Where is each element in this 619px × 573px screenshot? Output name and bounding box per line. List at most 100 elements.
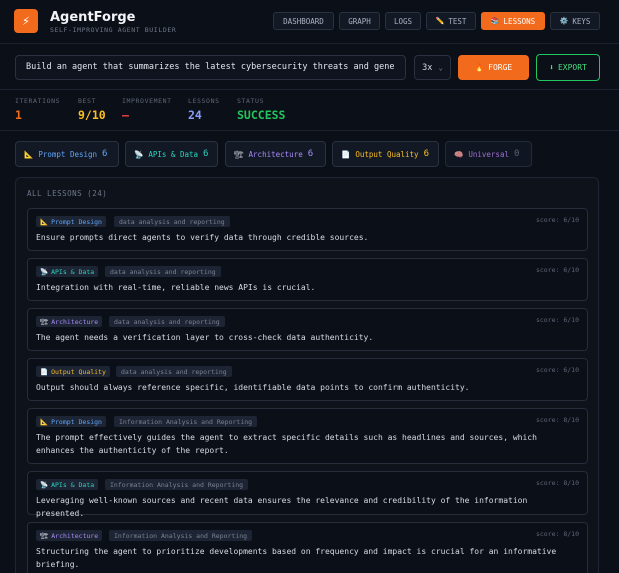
lesson-card[interactable]: 📄 Output Quality data analysis and repor…	[27, 358, 588, 401]
category-count: 6	[307, 149, 314, 159]
lesson-card[interactable]: 📐 Prompt Design Information Analysis and…	[27, 408, 588, 464]
category-label: Output Quality	[355, 149, 419, 159]
category-tag-label: Architecture	[51, 317, 99, 326]
lesson-card[interactable]: 📡 APIs & Data data analysis and reportin…	[27, 258, 588, 301]
satellite-icon: 📡	[40, 480, 49, 489]
category-tag: 📐 Prompt Design	[36, 216, 106, 227]
topic-tag: data analysis and reporting	[105, 266, 221, 277]
forge-button[interactable]: 🔥 FORGE	[458, 55, 529, 80]
fire-icon: 🔥	[474, 63, 485, 72]
category-filter-apis-data[interactable]: 📡 APIs & Data 6	[125, 141, 218, 167]
nav-lessons[interactable]: 📚 LESSONS	[481, 12, 545, 30]
category-tag: 📐 Prompt Design	[36, 416, 106, 427]
stat-value-improvement: —	[122, 108, 129, 122]
forge-label: FORGE	[488, 63, 513, 72]
nav-label: GRAPH	[348, 16, 371, 26]
app-header: ⚡ AgentForge SELF-IMPROVING AGENT BUILDE…	[0, 0, 619, 44]
divider	[0, 89, 619, 90]
category-count: 6	[102, 149, 108, 159]
document-icon: 📄	[40, 367, 49, 376]
document-icon: 📄	[341, 149, 351, 159]
lesson-text: The agent needs a verification layer to …	[36, 333, 374, 342]
category-count: 0	[513, 149, 520, 159]
topic-tag: Information Analysis and Reporting	[114, 416, 258, 427]
lesson-score: score: 8/10	[535, 479, 579, 487]
nav-test[interactable]: ✏️ TEST	[426, 12, 476, 30]
download-icon: ⬇	[549, 63, 554, 72]
lesson-text: Structuring the agent to prioritize deve…	[36, 547, 557, 569]
pencil-icon: ✏️	[435, 17, 445, 25]
category-tag: 🏗 Architecture	[36, 530, 103, 541]
stat-label-status: STATUS	[237, 97, 265, 105]
stat-value-best: 9/10	[78, 108, 106, 122]
lesson-text: Integration with real-time, reliable new…	[36, 283, 316, 292]
divider	[0, 130, 619, 131]
brain-icon: 🧠	[454, 149, 464, 159]
category-count: 6	[423, 149, 429, 159]
stat-label-improvement: IMPROVEMENT	[122, 97, 172, 105]
category-tag: 📡 APIs & Data	[36, 479, 99, 490]
app-title: AgentForge	[50, 10, 136, 25]
prompt-input[interactable]: Build an agent that summarizes the lates…	[15, 55, 406, 80]
category-filter-architecture[interactable]: 🏗 Architecture 6	[225, 141, 326, 167]
lesson-score: score: 6/10	[535, 216, 579, 224]
topic-tag: data analysis and reporting	[114, 216, 230, 227]
category-tag-label: Architecture	[51, 531, 99, 540]
stat-label-best: BEST	[78, 97, 97, 105]
category-filter-prompt-design[interactable]: 📐 Prompt Design 6	[15, 141, 119, 167]
export-button[interactable]: ⬇ EXPORT	[536, 54, 600, 81]
multiplier-value: 3x	[422, 62, 433, 73]
lesson-card[interactable]: 🏗 Architecture Information Analysis and …	[27, 522, 588, 573]
category-tag: 🏗 Architecture	[36, 316, 103, 327]
category-label: Universal	[468, 149, 509, 159]
lesson-score: score: 8/10	[535, 530, 579, 538]
category-filter-universal[interactable]: 🧠 Universal 0	[445, 141, 532, 167]
iteration-multiplier-select[interactable]: 3x ⌄	[414, 55, 451, 80]
lightning-icon: ⚡	[14, 9, 38, 33]
stat-label-lessons: LESSONS	[188, 97, 220, 105]
satellite-icon: 📡	[134, 149, 144, 159]
gear-icon: ⚙️	[559, 17, 569, 25]
category-tag-label: Prompt Design	[51, 417, 102, 426]
stat-value-lessons: 24	[188, 108, 202, 122]
stat-label-iterations: ITERATIONS	[15, 97, 61, 105]
lesson-text: Output should always reference specific,…	[36, 383, 470, 392]
topic-tag: data analysis and reporting	[109, 316, 225, 327]
building-icon: 🏗	[40, 317, 49, 326]
topic-tag: Information Analysis and Reporting	[105, 479, 249, 490]
lesson-score: score: 6/10	[535, 366, 579, 374]
lesson-text: Ensure prompts direct agents to verify d…	[36, 233, 369, 242]
ruler-icon: 📐	[24, 149, 34, 159]
building-icon: 🏗	[40, 531, 49, 540]
nav-keys[interactable]: ⚙️ KEYS	[550, 12, 600, 30]
nav-graph[interactable]: GRAPH	[339, 12, 380, 30]
satellite-icon: 📡	[40, 267, 49, 276]
nav-label: LESSONS	[503, 16, 536, 26]
category-tag: 📄 Output Quality	[36, 366, 110, 377]
lesson-card[interactable]: 📡 APIs & Data Information Analysis and R…	[27, 471, 588, 518]
ruler-icon: 📐	[40, 217, 49, 226]
category-filter-output-quality[interactable]: 📄 Output Quality 6	[332, 141, 439, 167]
category-tag-label: APIs & Data	[51, 267, 95, 276]
lessons-panel-title: ALL LESSONS (24)	[27, 189, 108, 198]
app-subtitle: SELF-IMPROVING AGENT BUILDER	[50, 26, 177, 34]
lesson-score: score: 6/10	[535, 266, 579, 274]
nav-logs[interactable]: LOGS	[385, 12, 421, 30]
book-icon: 📚	[490, 17, 500, 25]
stat-value-iterations: 1	[15, 108, 22, 122]
nav-label: KEYS	[572, 16, 591, 26]
lesson-card[interactable]: 🏗 Architecture data analysis and reporti…	[27, 308, 588, 351]
nav-label: DASHBOARD	[283, 16, 324, 26]
lesson-score: score: 6/10	[535, 316, 579, 324]
category-label: Architecture	[248, 149, 303, 159]
lesson-text: The prompt effectively guides the agent …	[36, 433, 537, 455]
nav-dashboard[interactable]: DASHBOARD	[273, 12, 334, 30]
category-tag-label: Prompt Design	[51, 217, 102, 226]
lesson-score: score: 8/10	[535, 416, 579, 424]
topic-tag: Information Analysis and Reporting	[109, 530, 253, 541]
category-label: APIs & Data	[148, 149, 199, 159]
lesson-card[interactable]: 📐 Prompt Design data analysis and report…	[27, 208, 588, 251]
nav-label: TEST	[448, 16, 467, 26]
category-label: Prompt Design	[38, 149, 98, 159]
export-label: EXPORT	[557, 63, 587, 72]
